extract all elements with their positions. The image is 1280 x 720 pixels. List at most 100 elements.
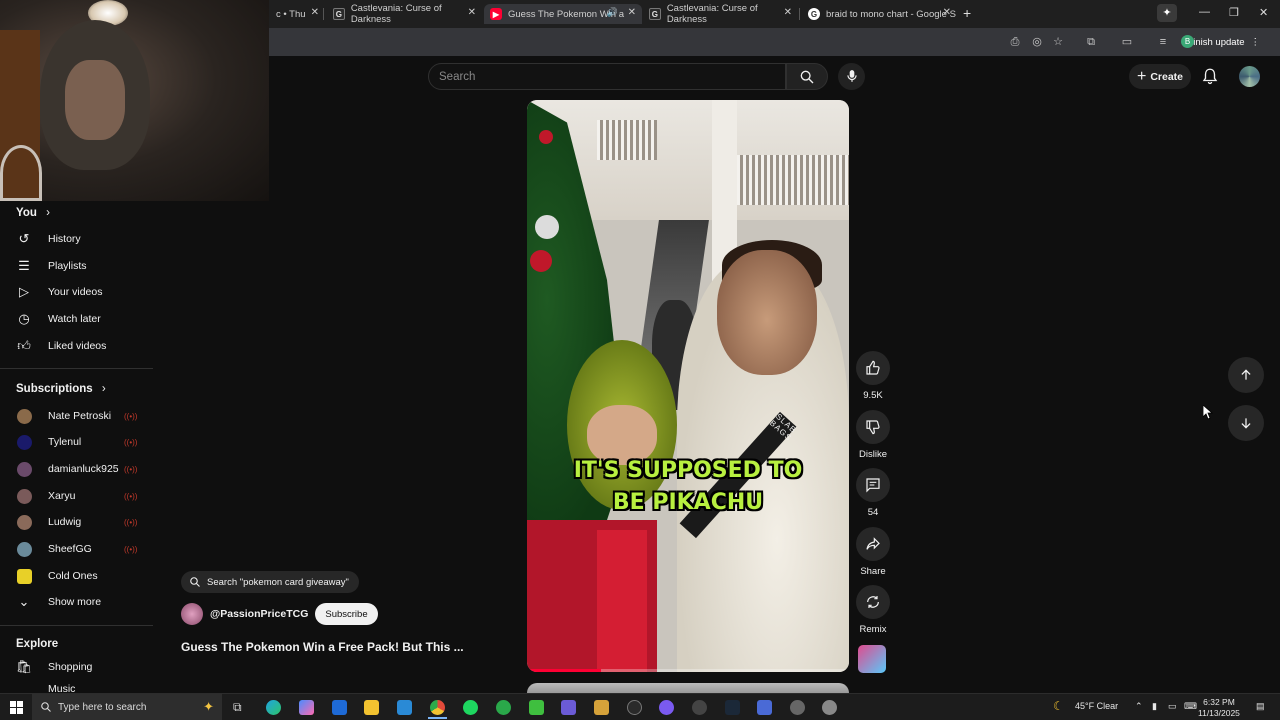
bookmark-star-icon[interactable]: ☆ [1051, 35, 1065, 49]
tab-3-active[interactable]: ▶ Guess The Pokemon Win a 🔊 ✕ [484, 4, 642, 24]
chrome-icon[interactable] [430, 700, 445, 715]
account-avatar[interactable] [1239, 66, 1260, 87]
taskbar-search-placeholder: Type here to search [58, 702, 147, 713]
hide-eye-icon[interactable]: ◎ [1030, 35, 1044, 49]
task-view-icon[interactable]: ⧉ [233, 700, 242, 715]
discord-icon[interactable] [659, 700, 674, 715]
app-icon[interactable] [594, 700, 609, 715]
app-icon[interactable] [822, 700, 837, 715]
audio-playing-icon[interactable]: 🔊 [607, 7, 618, 18]
sidebar-item-watch-later[interactable]: ◷ Watch later [0, 306, 153, 332]
sidebar-item-your-videos[interactable]: ▷ Your videos [0, 279, 153, 305]
window-close-icon[interactable]: ✕ [1259, 6, 1268, 19]
edge-browser-icon[interactable] [266, 700, 281, 715]
sidebar-item-music[interactable]: Music [0, 681, 153, 693]
subscribe-button[interactable]: Subscribe [315, 603, 378, 625]
channel-avatar [16, 488, 32, 504]
close-icon[interactable]: ✕ [628, 7, 636, 18]
minimize-icon[interactable]: — [1199, 6, 1210, 18]
steam-icon[interactable] [725, 700, 740, 715]
split-view-icon[interactable]: ▭ [1120, 35, 1134, 49]
video-progress-bar[interactable] [527, 669, 849, 672]
sidebar-you-heading[interactable]: You › [16, 207, 50, 219]
sidebar-item-tylenul[interactable]: Tylenul ((•)) [0, 429, 153, 455]
obs-icon[interactable] [627, 700, 642, 715]
voice-search-button[interactable] [838, 63, 865, 90]
search-icon [800, 70, 814, 84]
chevron-up-icon[interactable]: ⌃ [1135, 701, 1143, 712]
create-label: Create [1150, 70, 1184, 83]
plus-icon: + [1136, 67, 1147, 85]
sidebar-item-liked-videos[interactable]: 👍︎ Liked videos [0, 333, 153, 359]
remix-button[interactable]: Remix [852, 585, 894, 635]
search-button[interactable] [786, 63, 828, 90]
app-icon[interactable] [529, 700, 544, 715]
profile-avatar[interactable]: B [1181, 35, 1194, 48]
close-icon[interactable]: ✕ [468, 7, 476, 18]
create-button[interactable]: + Create [1129, 64, 1191, 89]
app-icon[interactable] [757, 700, 772, 715]
video-progress-fill [527, 669, 602, 672]
finish-update-button[interactable]: Finish update ⋮ [1181, 33, 1266, 51]
sidebar-item-damianluck925[interactable]: damianluck925 ((•)) [0, 456, 153, 482]
close-icon[interactable]: ✕ [943, 7, 951, 18]
taskbar-clock[interactable]: 6:32 PM 11/13/2025 [1198, 697, 1240, 719]
mail-icon[interactable] [397, 700, 412, 715]
comments-button[interactable]: 54 [852, 468, 894, 518]
live-indicator-icon: ((•)) [124, 544, 138, 554]
notifications-bell-icon[interactable] [1201, 67, 1219, 85]
sidebar-item-cold-ones[interactable]: Cold Ones [0, 563, 153, 589]
sidebar-item-history[interactable]: ↺ History [0, 226, 153, 252]
sidebar-item-playlists[interactable]: ☰ Playlists [0, 253, 153, 279]
settings-gear-icon[interactable] [790, 700, 805, 715]
taskbar-search-input[interactable]: Type here to search ✦ [32, 694, 222, 720]
sidebar-subscriptions-heading[interactable]: Subscriptions › [16, 383, 106, 395]
media-controls-icon[interactable]: ≡ [1156, 35, 1170, 49]
windows-start-icon[interactable] [10, 701, 23, 714]
sidebar-item-ludwig[interactable]: Ludwig ((•)) [0, 509, 153, 535]
new-tab-button[interactable]: + [963, 5, 971, 21]
sound-source-thumbnail[interactable] [858, 645, 886, 673]
xbox-icon[interactable] [496, 700, 511, 715]
video-title[interactable]: Guess The Pokemon Win a Free Pack! But T… [181, 640, 464, 654]
sidebar-show-more[interactable]: ⌄ Show more [0, 589, 153, 615]
sidebar-item-shopping[interactable]: 🛍︎ Shopping [0, 654, 153, 680]
copilot-icon[interactable] [299, 700, 314, 715]
sidebar-item-sheefgg[interactable]: SheefGG ((•)) [0, 536, 153, 562]
shorts-video-player[interactable]: SLAB BAGS IT'S SUPPOSED TO BE PIKACHU [527, 100, 849, 672]
dislike-button[interactable]: Dislike [852, 410, 894, 460]
restore-icon[interactable]: ❐ [1229, 6, 1239, 19]
weather-text[interactable]: 45°F Clear [1075, 701, 1118, 711]
video-ornament [539, 130, 553, 144]
microphone-icon[interactable]: ▮ [1152, 701, 1157, 712]
spotify-icon[interactable] [463, 700, 478, 715]
tab-4[interactable]: G Castlevania: Curse of Darkness ✕ [643, 3, 798, 25]
channel-avatar[interactable] [181, 603, 203, 625]
suggested-search-chip[interactable]: Search "pokemon card giveaway" [181, 571, 359, 593]
sidebar-item-xaryu[interactable]: Xaryu ((•)) [0, 483, 153, 509]
tab-2[interactable]: G Castlevania: Curse of Darkness ✕ [327, 3, 482, 25]
channel-name[interactable]: @PassionPriceTCG [210, 608, 308, 620]
app-icon[interactable] [692, 700, 707, 715]
next-short-button[interactable] [1228, 405, 1264, 441]
like-button[interactable]: 9.5K [852, 351, 894, 401]
network-icon[interactable]: ▭ [1168, 701, 1177, 712]
sidebar-item-nate-petroski[interactable]: Nate Petroski ((•)) [0, 403, 153, 429]
gemini-sparkle-icon[interactable]: ✦ [1157, 4, 1177, 22]
tab-1[interactable]: c • Thu ✕ [270, 4, 325, 24]
keyboard-icon[interactable]: ⌨ [1184, 701, 1197, 712]
store-icon[interactable] [332, 700, 347, 715]
google-favicon-icon: G [808, 8, 820, 20]
close-icon[interactable]: ✕ [784, 7, 792, 18]
extensions-icon[interactable]: ⧉ [1084, 35, 1098, 49]
notification-center-icon[interactable]: ▤ [1256, 701, 1265, 712]
file-explorer-icon[interactable] [364, 700, 379, 715]
app-icon[interactable] [561, 700, 576, 715]
tab-5[interactable]: G braid to mono chart - Google S ✕ [802, 4, 957, 24]
tab-title: Castlevania: Curse of Darkness [350, 3, 442, 25]
previous-short-button[interactable] [1228, 357, 1264, 393]
close-icon[interactable]: ✕ [311, 7, 319, 18]
install-app-icon[interactable]: ⎙ [1008, 35, 1022, 49]
search-input[interactable]: Search [428, 63, 786, 90]
share-button[interactable]: Share [852, 527, 894, 577]
